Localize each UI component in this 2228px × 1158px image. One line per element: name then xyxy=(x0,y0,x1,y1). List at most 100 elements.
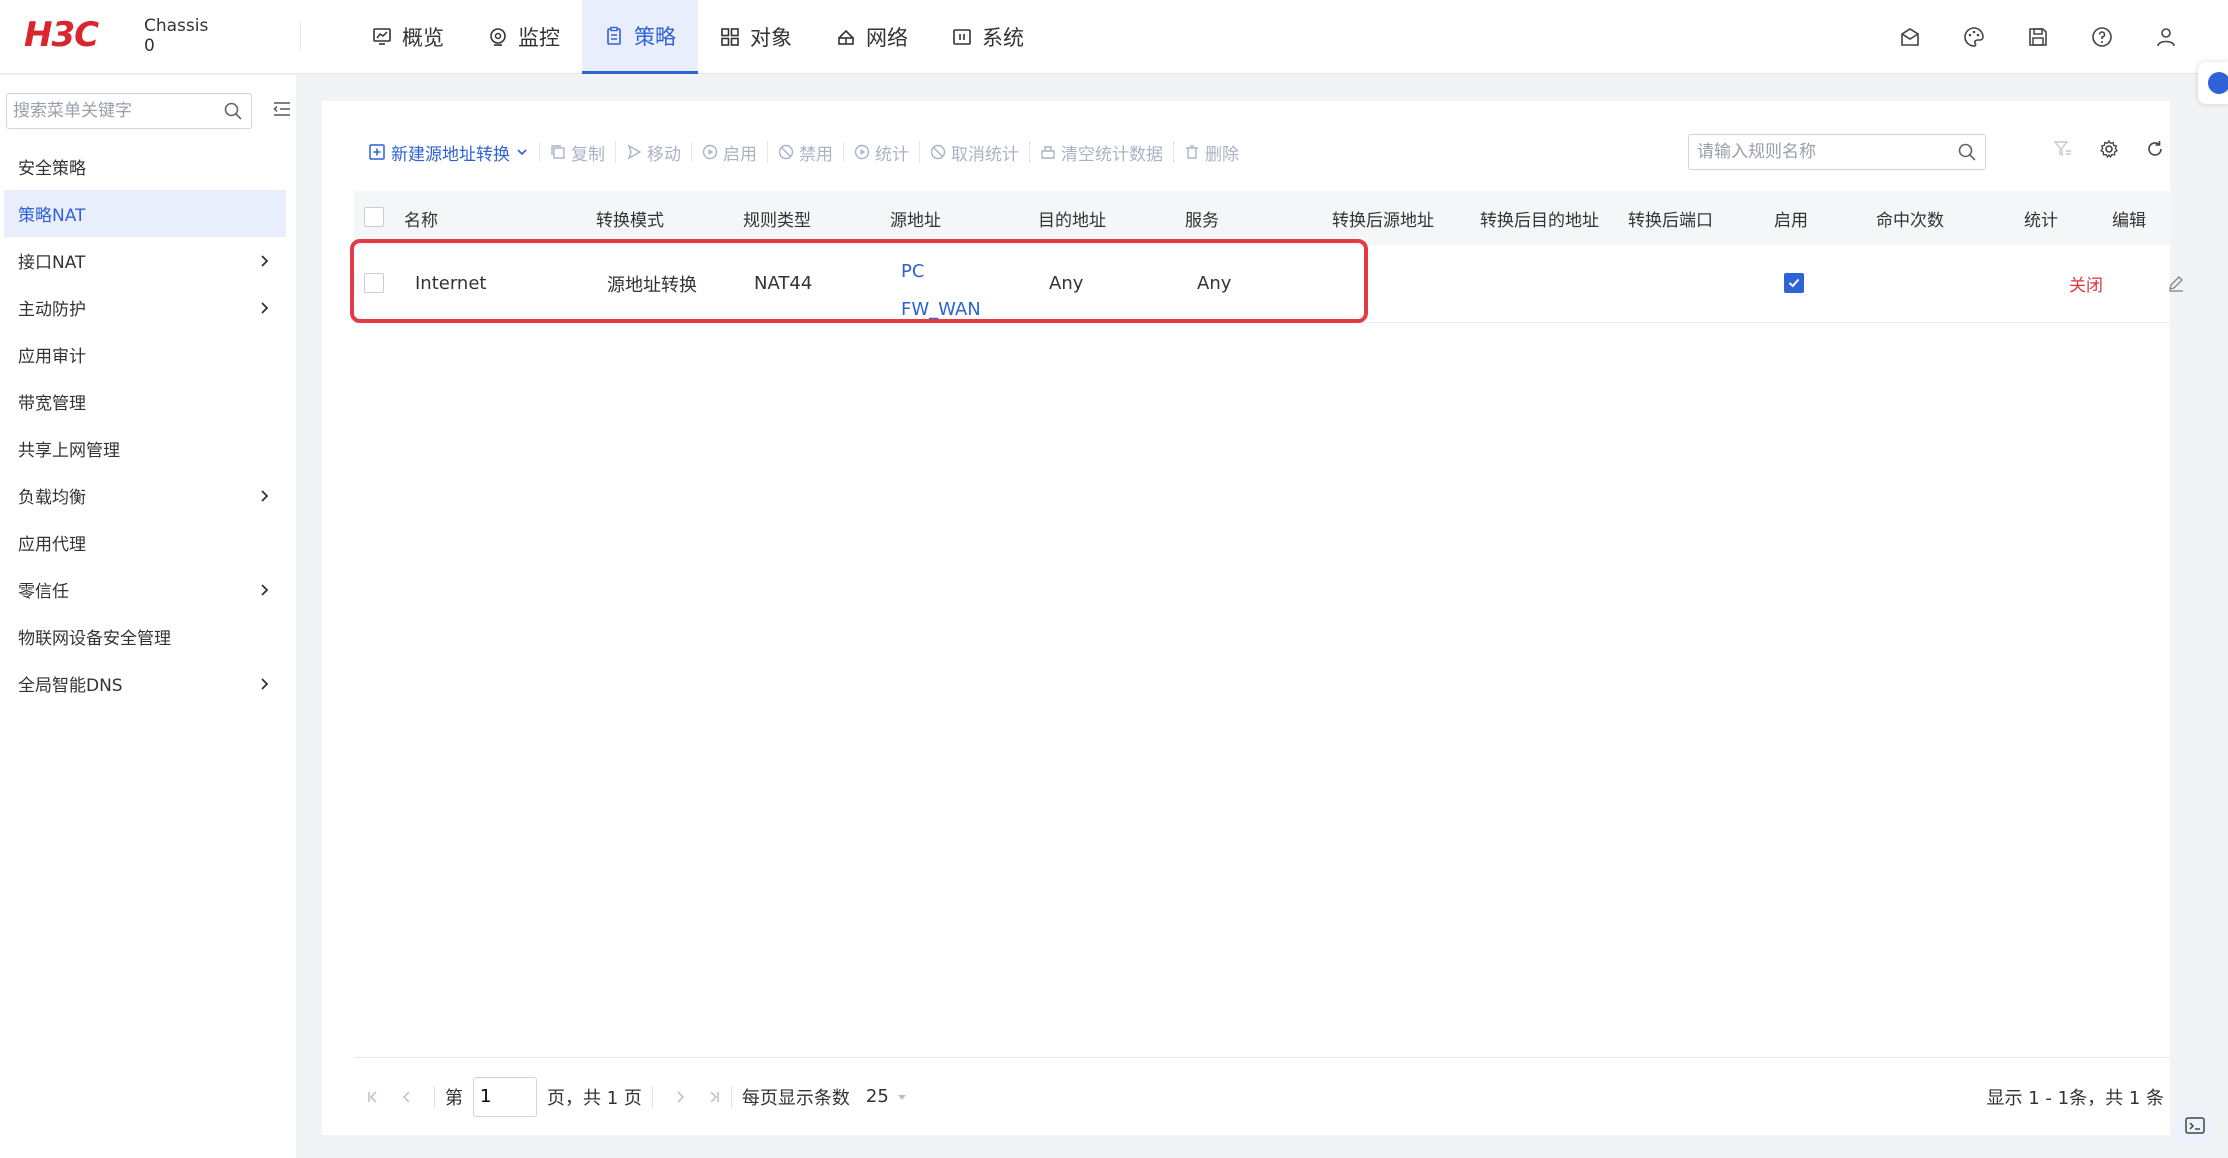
nav-network[interactable]: 网络 xyxy=(814,0,930,74)
copy-icon xyxy=(551,145,565,159)
sidebar-item-zero-trust[interactable]: 零信任 xyxy=(4,566,286,613)
row-checkbox[interactable] xyxy=(364,273,384,293)
delete-button[interactable]: 删除 xyxy=(1174,137,1249,167)
select-all-checkbox[interactable] xyxy=(364,207,384,227)
user-icon[interactable] xyxy=(2134,25,2198,49)
divider xyxy=(651,1085,653,1108)
page-suffix: 页，共 1 页 xyxy=(547,1087,642,1109)
nat-policy-table: 名称 转换模式 规则类型 源地址 目的地址 服务 转换后源地址 转换后目的地址 … xyxy=(354,191,2183,323)
table-row[interactable]: Internet 源地址转换 NAT44 PC FW_WAN Any Any 关… xyxy=(354,245,2183,323)
sidebar-item-load-balance[interactable]: 负载均衡 xyxy=(4,472,286,519)
menu-search xyxy=(6,93,252,129)
search-icon[interactable] xyxy=(1957,142,1977,166)
src-address-link[interactable]: PC xyxy=(901,253,981,291)
sidebar: 安全策略 策略NAT 接口NAT 主动防护 应用审计 带宽管理 共享上网管理 负… xyxy=(0,75,296,1158)
sidebar-menu: 安全策略 策略NAT 接口NAT 主动防护 应用审计 带宽管理 共享上网管理 负… xyxy=(4,143,286,707)
col-header-post-dst: 转换后目的地址 xyxy=(1480,210,1599,231)
sidebar-item-security-policy[interactable]: 安全策略 xyxy=(4,143,286,190)
sidebar-item-label: 负载均衡 xyxy=(18,488,86,508)
nav-label: 网络 xyxy=(866,26,908,50)
collapse-sidebar-icon[interactable] xyxy=(272,99,292,123)
col-header-rule-type: 规则类型 xyxy=(743,210,811,231)
nav-overview[interactable]: 概览 xyxy=(350,0,466,74)
settings-gear-icon[interactable] xyxy=(2086,139,2132,159)
page-number-input[interactable] xyxy=(473,1076,537,1117)
divider xyxy=(730,1085,732,1108)
sidebar-item-iot-security[interactable]: 物联网设备安全管理 xyxy=(4,613,286,660)
sidebar-item-active-defense[interactable]: 主动防护 xyxy=(4,284,286,331)
stats-toggle-link[interactable]: 关闭 xyxy=(2069,271,2103,296)
disable-icon xyxy=(778,144,794,160)
sidebar-item-label: 安全策略 xyxy=(18,159,86,179)
sidebar-item-app-audit[interactable]: 应用审计 xyxy=(4,331,286,378)
refresh-icon[interactable] xyxy=(2132,139,2178,159)
clear-icon xyxy=(1041,146,1055,159)
copy-button[interactable]: 复制 xyxy=(540,137,615,167)
nav-label: 策略 xyxy=(634,24,676,49)
move-icon xyxy=(627,144,642,160)
chevron-right-icon xyxy=(261,583,269,596)
per-page-label: 每页显示条数 xyxy=(741,1087,850,1109)
sidebar-item-label: 零信任 xyxy=(18,582,69,602)
cancel-stats-button[interactable]: 取消统计 xyxy=(920,137,1029,167)
edit-pencil-icon[interactable] xyxy=(2166,273,2186,298)
play-icon xyxy=(702,144,718,160)
prev-page-icon[interactable] xyxy=(390,1089,424,1105)
system-icon xyxy=(953,29,971,45)
save-icon[interactable] xyxy=(2006,25,2070,49)
stats-label: 统计 xyxy=(875,144,909,165)
theme-palette-icon[interactable] xyxy=(1942,25,2006,49)
col-header-name: 名称 xyxy=(404,210,438,231)
sidebar-item-label: 应用审计 xyxy=(18,347,86,367)
floating-assistant-tab[interactable] xyxy=(2198,62,2228,104)
nav-monitor[interactable]: 监控 xyxy=(466,0,582,74)
col-header-service: 服务 xyxy=(1185,210,1219,231)
nav-policy[interactable]: 策略 xyxy=(582,0,698,74)
enable-button[interactable]: 启用 xyxy=(692,137,767,167)
sidebar-item-interface-nat[interactable]: 接口NAT xyxy=(4,237,286,284)
col-header-stats: 统计 xyxy=(2024,210,2058,231)
per-page-value: 25 xyxy=(865,1086,889,1107)
sidebar-item-app-proxy[interactable]: 应用代理 xyxy=(4,519,286,566)
chevron-down-icon xyxy=(517,149,527,156)
nav-label: 对象 xyxy=(750,26,792,50)
trash-icon xyxy=(1186,145,1198,159)
console-button[interactable] xyxy=(2174,1105,2216,1147)
chevron-right-icon xyxy=(261,254,269,267)
network-icon xyxy=(838,29,854,45)
last-page-icon[interactable] xyxy=(697,1089,731,1105)
disable-button[interactable]: 禁用 xyxy=(768,137,843,167)
menu-search-input[interactable] xyxy=(7,94,207,128)
next-page-icon[interactable] xyxy=(663,1089,697,1105)
clear-stats-button[interactable]: 清空统计数据 xyxy=(1030,137,1173,167)
help-icon[interactable] xyxy=(2070,25,2134,49)
move-button[interactable]: 移动 xyxy=(616,137,691,167)
col-header-hits: 命中次数 xyxy=(1876,210,1944,231)
nav-objects[interactable]: 对象 xyxy=(698,0,814,74)
disable-label: 禁用 xyxy=(799,144,833,165)
filter-icon[interactable] xyxy=(2040,139,2086,159)
nav-system[interactable]: 系统 xyxy=(930,0,1046,74)
first-page-icon[interactable] xyxy=(356,1089,390,1105)
chevron-right-icon xyxy=(261,677,269,690)
sidebar-item-policy-nat[interactable]: 策略NAT xyxy=(4,190,286,237)
chevron-right-icon xyxy=(261,489,269,502)
col-header-dst: 目的地址 xyxy=(1038,210,1106,231)
sidebar-item-bandwidth[interactable]: 带宽管理 xyxy=(4,378,286,425)
table-tools xyxy=(2040,139,2178,159)
enabled-checkbox[interactable] xyxy=(1784,273,1804,293)
per-page-select[interactable]: 25 xyxy=(866,1086,909,1107)
message-icon[interactable] xyxy=(1878,25,1942,49)
sidebar-item-label: 主动防护 xyxy=(18,300,86,320)
sidebar-item-label: 带宽管理 xyxy=(18,394,86,414)
sidebar-item-shared-internet[interactable]: 共享上网管理 xyxy=(4,425,286,472)
table-header: 名称 转换模式 规则类型 源地址 目的地址 服务 转换后源地址 转换后目的地址 … xyxy=(354,191,2170,245)
new-src-nat-button[interactable]: 新建源地址转换 xyxy=(366,137,539,167)
src-address-link[interactable]: FW_WAN xyxy=(901,291,981,329)
copy-label: 复制 xyxy=(571,144,605,165)
stats-button[interactable]: 统计 xyxy=(844,137,919,167)
rule-search-input[interactable] xyxy=(1689,135,1939,169)
sidebar-item-global-dns[interactable]: 全局智能DNS xyxy=(4,660,286,707)
nav-label: 系统 xyxy=(982,26,1024,50)
search-icon[interactable] xyxy=(223,101,243,125)
